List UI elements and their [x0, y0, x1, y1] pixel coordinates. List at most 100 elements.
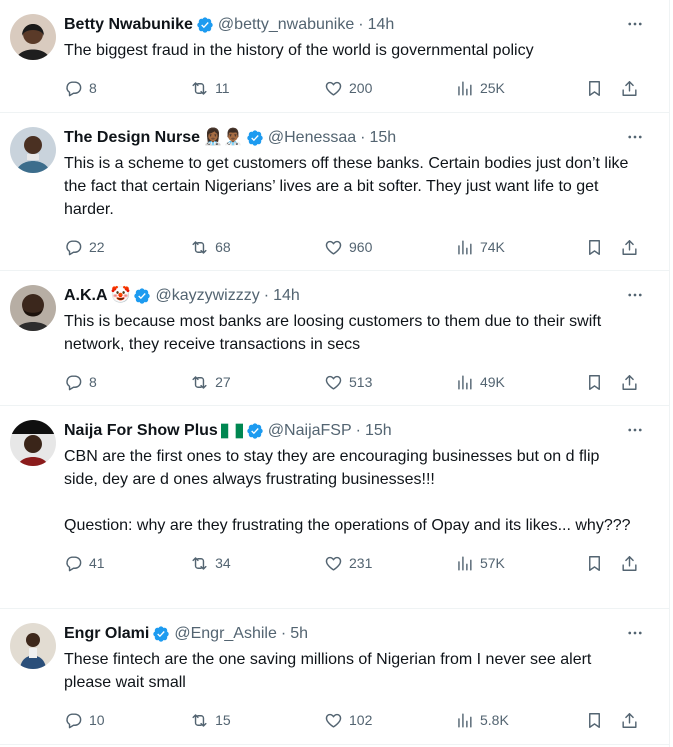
- repost-count: 68: [215, 239, 231, 255]
- tweet[interactable]: Betty Nwabunike @betty_nwabunike · 14h T…: [0, 0, 669, 113]
- view-count: 49K: [479, 374, 505, 390]
- tweet-header: Betty Nwabunike @betty_nwabunike · 14h: [64, 12, 653, 38]
- repost-icon: [192, 556, 207, 570]
- reply-icon: [66, 239, 82, 255]
- reply-count: 41: [89, 555, 105, 571]
- repost-icon: [192, 240, 207, 254]
- like-count: 231: [349, 555, 373, 571]
- views-chart-icon: [458, 239, 472, 255]
- repost-button[interactable]: 15: [190, 711, 324, 730]
- handle[interactable]: @Henessaa: [268, 128, 356, 148]
- bookmark-button[interactable]: [585, 711, 604, 730]
- like-count: 102: [349, 712, 373, 728]
- reply-button[interactable]: 22: [64, 238, 190, 257]
- reply-button[interactable]: 8: [64, 79, 190, 98]
- heart-icon: [325, 713, 342, 728]
- reply-button[interactable]: 10: [64, 711, 190, 730]
- like-button[interactable]: 102: [324, 711, 455, 730]
- more-options-icon[interactable]: [625, 14, 645, 34]
- avatar[interactable]: [10, 420, 56, 466]
- tweet-text: This is a scheme to get customers off th…: [64, 155, 629, 218]
- reply-count: 8: [89, 374, 97, 390]
- reply-icon: [66, 712, 82, 728]
- action-bar: 8 11 200 25K: [64, 62, 653, 114]
- tweet[interactable]: A.K.A 🤡 @kayzywizzzy · 14h This is becau…: [0, 271, 669, 406]
- separator-dot: ·: [360, 129, 366, 146]
- share-icon: [622, 712, 637, 728]
- more-options-icon[interactable]: [625, 420, 645, 440]
- bookmark-button[interactable]: [585, 238, 604, 257]
- repost-button[interactable]: 68: [190, 238, 324, 257]
- heart-icon: [325, 240, 342, 255]
- bookmark-button[interactable]: [585, 373, 604, 392]
- bookmark-button[interactable]: [585, 79, 604, 98]
- share-button[interactable]: [620, 554, 639, 573]
- heart-icon: [325, 556, 342, 571]
- verified-badge-icon: [196, 16, 214, 34]
- more-options-icon[interactable]: [625, 127, 645, 147]
- handle[interactable]: @kayzywizzzy: [155, 286, 259, 306]
- avatar[interactable]: [10, 127, 56, 173]
- timestamp[interactable]: 15h: [365, 421, 392, 441]
- timestamp[interactable]: 14h: [368, 15, 395, 35]
- action-bar: 22 68 960 74K: [64, 221, 653, 273]
- display-name[interactable]: A.K.A: [64, 286, 108, 306]
- like-button[interactable]: 200: [324, 79, 455, 98]
- like-count: 200: [349, 80, 373, 96]
- timestamp[interactable]: 15h: [370, 128, 397, 148]
- verified-badge-icon: [152, 625, 170, 643]
- tweet[interactable]: Naija For Show Plus @NaijaFSP · 15h CBN …: [0, 406, 669, 609]
- reply-count: 8: [89, 80, 97, 96]
- timestamp[interactable]: 14h: [273, 286, 300, 306]
- avatar[interactable]: [10, 285, 56, 331]
- view-count: 57K: [479, 555, 505, 571]
- handle[interactable]: @NaijaFSP: [268, 421, 352, 441]
- heart-icon: [325, 81, 342, 96]
- bookmark-button[interactable]: [585, 554, 604, 573]
- repost-button[interactable]: 34: [190, 554, 324, 573]
- more-options-icon[interactable]: [625, 623, 645, 643]
- separator-dot: ·: [263, 287, 270, 304]
- views-chart-icon: [458, 555, 472, 571]
- share-button[interactable]: [620, 711, 639, 730]
- more-options-icon[interactable]: [625, 285, 645, 305]
- handle[interactable]: @Engr_Ashile: [174, 624, 277, 644]
- share-icon: [622, 239, 637, 255]
- repost-button[interactable]: 27: [190, 373, 324, 392]
- views-button[interactable]: 57K: [455, 554, 585, 573]
- display-name[interactable]: Betty Nwabunike: [64, 15, 193, 35]
- views-button[interactable]: 49K: [455, 373, 585, 392]
- like-count: 513: [349, 374, 373, 390]
- verified-badge-icon: [246, 129, 264, 147]
- tweet[interactable]: The Design Nurse 👩🏾‍⚕️👨🏾‍⚕️ @Henessaa · …: [0, 113, 669, 271]
- views-button[interactable]: 25K: [455, 79, 585, 98]
- separator-dot: ·: [280, 625, 287, 642]
- share-button[interactable]: [620, 238, 639, 257]
- reply-button[interactable]: 41: [64, 554, 190, 573]
- timestamp[interactable]: 5h: [290, 624, 308, 644]
- like-button[interactable]: 231: [324, 554, 455, 573]
- avatar[interactable]: [10, 623, 56, 669]
- tweet[interactable]: Engr Olami @Engr_Ashile · 5h These finte…: [0, 609, 669, 745]
- display-name[interactable]: Engr Olami: [64, 624, 149, 644]
- avatar[interactable]: [10, 14, 56, 60]
- views-button[interactable]: 5.8K: [455, 711, 585, 730]
- like-button[interactable]: 960: [324, 238, 455, 257]
- like-button[interactable]: 513: [324, 373, 455, 392]
- display-name[interactable]: The Design Nurse: [64, 128, 200, 148]
- tweet-header: A.K.A 🤡 @kayzywizzzy · 14h: [64, 283, 653, 309]
- repost-icon: [192, 375, 207, 389]
- bookmark-icon: [589, 374, 600, 390]
- repost-count: 11: [215, 80, 230, 96]
- display-name[interactable]: Naija For Show Plus: [64, 421, 218, 441]
- reply-count: 22: [89, 239, 105, 255]
- verified-badge-icon: [133, 287, 151, 305]
- share-button[interactable]: [620, 373, 639, 392]
- views-button[interactable]: 74K: [455, 238, 585, 257]
- repost-button[interactable]: 11: [190, 79, 324, 98]
- share-button[interactable]: [620, 79, 639, 98]
- reply-button[interactable]: 8: [64, 373, 190, 392]
- views-chart-icon: [458, 712, 472, 728]
- bookmark-icon: [589, 712, 600, 728]
- handle[interactable]: @betty_nwabunike: [218, 15, 354, 35]
